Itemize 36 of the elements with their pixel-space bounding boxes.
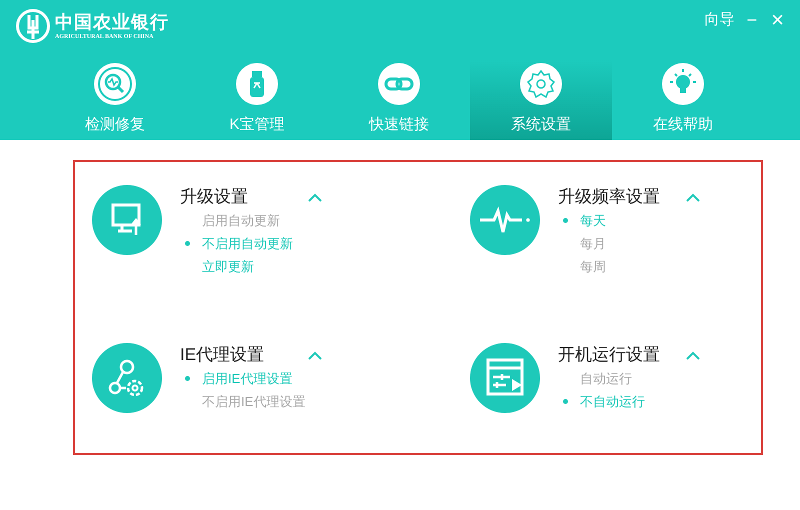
nav-tab[interactable]: 检测修复 — [44, 60, 186, 140]
nav-tab[interactable]: 在线帮助 — [612, 60, 754, 140]
nav-tab[interactable]: 快速链接 — [328, 60, 470, 140]
usbkey-icon — [236, 63, 278, 105]
section-title: 升级频率设置 — [558, 186, 660, 208]
section-title: 开机运行设置 — [558, 344, 660, 366]
bank-logo-icon — [15, 8, 51, 44]
nodes-gear-icon — [92, 343, 162, 413]
minimize-button[interactable]: − — [744, 10, 760, 30]
option-item[interactable]: 每周 — [580, 258, 606, 276]
update-now-link[interactable]: 立即更新 — [202, 258, 254, 276]
bulb-icon — [662, 63, 704, 105]
collapse-chevron-icon[interactable] — [686, 192, 700, 202]
option-item[interactable]: 不自动运行 — [580, 392, 645, 410]
option-item[interactable]: 自动运行 — [580, 370, 632, 388]
scan-icon — [94, 63, 136, 105]
section-title: IE代理设置 — [180, 344, 264, 366]
gear-icon — [520, 63, 562, 105]
option-item[interactable]: 每天 — [580, 212, 606, 230]
monitor-upload-icon — [92, 185, 162, 255]
link-icon — [378, 63, 420, 105]
option-item[interactable]: 每月 — [580, 234, 606, 252]
section-title: 升级设置 — [180, 186, 248, 208]
bank-name: 中国农业银行 — [55, 11, 169, 33]
collapse-chevron-icon[interactable] — [308, 192, 322, 202]
option-item[interactable]: 不启用自动更新 — [202, 234, 293, 252]
window-play-icon — [470, 343, 540, 413]
option-item[interactable]: 启用IE代理设置 — [202, 370, 292, 388]
close-button[interactable]: × — [769, 10, 786, 30]
collapse-chevron-icon[interactable] — [686, 350, 700, 360]
option-item[interactable]: 启用自动更新 — [202, 212, 280, 230]
option-item[interactable]: 不启用IE代理设置 — [202, 392, 306, 410]
guide-button[interactable]: 向导 — [704, 10, 735, 30]
nav-tab[interactable]: 系统设置 — [470, 60, 612, 140]
collapse-chevron-icon[interactable] — [308, 350, 322, 360]
nav-tab[interactable]: K宝管理 — [186, 60, 328, 140]
